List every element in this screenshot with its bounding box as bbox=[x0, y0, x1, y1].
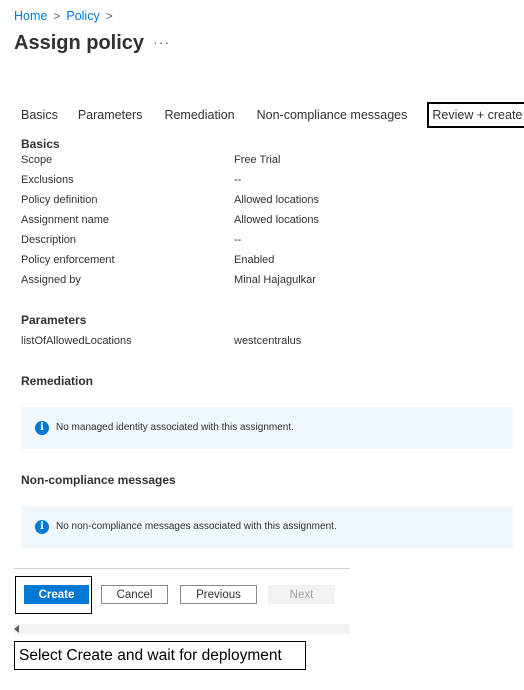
chevron-right-icon: > bbox=[53, 9, 61, 23]
cancel-button[interactable]: Cancel bbox=[101, 585, 168, 604]
remediation-heading: Remediation bbox=[21, 374, 94, 388]
scope-value: Free Trial bbox=[234, 154, 281, 166]
noncompliance-info-banner: i No non-compliance messages associated … bbox=[21, 506, 513, 548]
assignment-name-label: Assignment name bbox=[21, 214, 110, 226]
breadcrumb-home-link[interactable]: Home bbox=[14, 9, 47, 23]
instruction-caption: Select Create and wait for deployment bbox=[14, 641, 306, 670]
exclusions-label: Exclusions bbox=[21, 174, 74, 186]
basics-heading: Basics bbox=[21, 137, 60, 151]
horizontal-scrollbar[interactable] bbox=[14, 624, 350, 634]
previous-button[interactable]: Previous bbox=[180, 585, 257, 604]
assigned-by-value: Minal Hajagulkar bbox=[234, 274, 316, 286]
tab-remediation[interactable]: Remediation bbox=[164, 108, 234, 122]
tab-review-create[interactable]: Review + create bbox=[427, 102, 524, 128]
policy-enforcement-label: Policy enforcement bbox=[21, 254, 115, 266]
page-title: Assign policy bbox=[14, 32, 145, 54]
more-options-icon[interactable]: ··· bbox=[153, 34, 170, 50]
breadcrumb: Home > Policy > bbox=[14, 9, 119, 23]
remediation-info-text: No managed identity associated with this… bbox=[56, 422, 294, 433]
description-label: Description bbox=[21, 234, 77, 246]
allowed-locations-param-value: westcentralus bbox=[234, 335, 302, 347]
allowed-locations-param-label: listOfAllowedLocations bbox=[21, 335, 132, 347]
noncompliance-heading: Non-compliance messages bbox=[21, 473, 176, 487]
noncompliance-info-text: No non-compliance messages associated wi… bbox=[56, 521, 337, 532]
policy-enforcement-value: Enabled bbox=[234, 254, 275, 266]
create-button[interactable]: Create bbox=[24, 585, 89, 604]
tab-non-compliance-messages[interactable]: Non-compliance messages bbox=[257, 108, 408, 122]
info-icon: i bbox=[35, 421, 49, 435]
policy-definition-value: Allowed locations bbox=[234, 194, 319, 206]
scope-label: Scope bbox=[21, 154, 53, 166]
info-icon: i bbox=[35, 520, 49, 534]
remediation-info-banner: i No managed identity associated with th… bbox=[21, 407, 513, 449]
scroll-left-arrow-icon[interactable] bbox=[14, 625, 19, 633]
wizard-tabs: Basics Parameters Remediation Non-compli… bbox=[21, 100, 524, 130]
next-button[interactable]: Next bbox=[268, 585, 335, 604]
exclusions-value: -- bbox=[234, 174, 242, 186]
parameters-heading: Parameters bbox=[21, 313, 87, 327]
assignment-name-value: Allowed locations bbox=[234, 214, 319, 226]
chevron-right-icon: > bbox=[105, 9, 113, 23]
tab-basics[interactable]: Basics bbox=[21, 108, 58, 122]
policy-definition-label: Policy definition bbox=[21, 194, 98, 206]
tab-parameters[interactable]: Parameters bbox=[78, 108, 143, 122]
footer-divider bbox=[14, 568, 350, 569]
assigned-by-label: Assigned by bbox=[21, 274, 81, 286]
description-value: -- bbox=[234, 234, 242, 246]
breadcrumb-policy-link[interactable]: Policy bbox=[66, 9, 99, 23]
